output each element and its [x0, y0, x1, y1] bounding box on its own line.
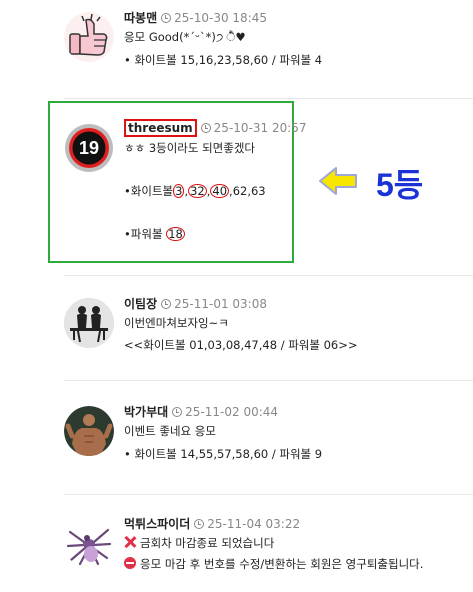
- comment-time: 25-11-01 03:08: [174, 297, 267, 311]
- comment-numbers: <<화이트볼 01,03,08,47,48 / 파워볼 06>>: [124, 338, 358, 352]
- matched-number: 32: [188, 184, 207, 198]
- notice-warning-text: 응모 마감 후 번호를 수정/변환하는 회원은 영구퇴출됩니다.: [140, 557, 424, 571]
- matched-number: 18: [166, 227, 185, 241]
- comment-5: 먹튀스파이더 25-11-04 03:22 금회차 마감종료 되었습니다 응모 마…: [64, 516, 473, 576]
- comment-numbers: •화이트볼 3, 32, 40,62,63: [124, 184, 266, 198]
- clock-icon: [161, 13, 172, 23]
- spider-avatar-icon: [64, 518, 114, 568]
- comment-powerball: •파워볼 18: [124, 226, 185, 242]
- comment-4: 박가부대 25-11-02 00:44 이벤트 좋네요 응모 • 화이트볼 14,…: [64, 404, 473, 464]
- white-ball-rest: 62,63: [232, 184, 266, 198]
- clock-icon: [161, 299, 172, 309]
- white-ball-prefix: •화이트볼: [124, 184, 174, 198]
- comment-author[interactable]: threesum: [124, 119, 197, 137]
- comment-text: ㅎㅎ 3등이라도 되면좋겠다: [124, 141, 256, 155]
- comment-numbers: • 화이트볼 15,16,23,58,60 / 파워볼 4: [124, 53, 323, 67]
- clock-icon: [172, 407, 183, 417]
- no-entry-icon: [124, 557, 136, 569]
- silhouette-avatar-icon: [64, 298, 114, 348]
- avatar[interactable]: [64, 12, 114, 62]
- clock-icon: [194, 519, 205, 529]
- comment-text: 응모 Good(*ˊᵕˋ*)੭ ੈ♥: [124, 30, 246, 44]
- avatar[interactable]: 19: [64, 123, 114, 173]
- avatar[interactable]: [64, 298, 114, 348]
- comment-text: 이번엔마쳐보자잉~ㅋ: [124, 316, 229, 330]
- comment-time: 25-10-30 18:45: [174, 11, 267, 25]
- thumbs-up-icon: [64, 12, 114, 62]
- comment-time: 25-10-31 20:57: [213, 121, 307, 135]
- comment-author[interactable]: 먹튀스파이더: [124, 517, 190, 531]
- divider: [64, 494, 473, 495]
- divider: [64, 98, 473, 99]
- notice-closed-text: 금회차 마감종료 되었습니다: [140, 536, 275, 550]
- cross-mark-icon: [124, 536, 136, 548]
- notice-warning: 응모 마감 후 번호를 수정/변환하는 회원은 영구퇴출됩니다.: [124, 556, 423, 572]
- badge-number: 19: [78, 138, 100, 158]
- matched-number: 40: [210, 184, 230, 198]
- comment-text: 이벤트 좋네요 응모: [124, 424, 216, 438]
- left-arrow-icon: [319, 167, 357, 195]
- avatar[interactable]: [64, 406, 114, 456]
- clock-icon: [200, 123, 211, 133]
- matched-number: 3: [173, 184, 185, 198]
- comment-3: 이팀장 25-11-01 03:08 이번엔마쳐보자잉~ㅋ <<화이트볼 01,0…: [64, 296, 473, 356]
- comment-time: 25-11-02 00:44: [185, 405, 279, 419]
- divider: [64, 380, 473, 381]
- comment-numbers: • 화이트볼 14,55,57,58,60 / 파워볼 9: [124, 447, 323, 461]
- power-ball-prefix: •파워볼: [124, 227, 163, 241]
- muscleman-avatar-icon: [64, 406, 114, 456]
- comment-author[interactable]: 이팀장: [124, 297, 157, 311]
- comment-1: 따봉맨 25-10-30 18:45 응모 Good(*ˊᵕˋ*)੭ ੈ♥ • 화…: [64, 10, 473, 70]
- rank-label: 5등: [376, 167, 424, 203]
- avatar[interactable]: [64, 518, 114, 568]
- divider: [64, 275, 473, 276]
- comment-time: 25-11-04 03:22: [207, 517, 301, 531]
- comment-author[interactable]: 따봉맨: [124, 11, 157, 25]
- notice-closed: 금회차 마감종료 되었습니다: [124, 535, 274, 551]
- comment-author[interactable]: 박가부대: [124, 405, 168, 419]
